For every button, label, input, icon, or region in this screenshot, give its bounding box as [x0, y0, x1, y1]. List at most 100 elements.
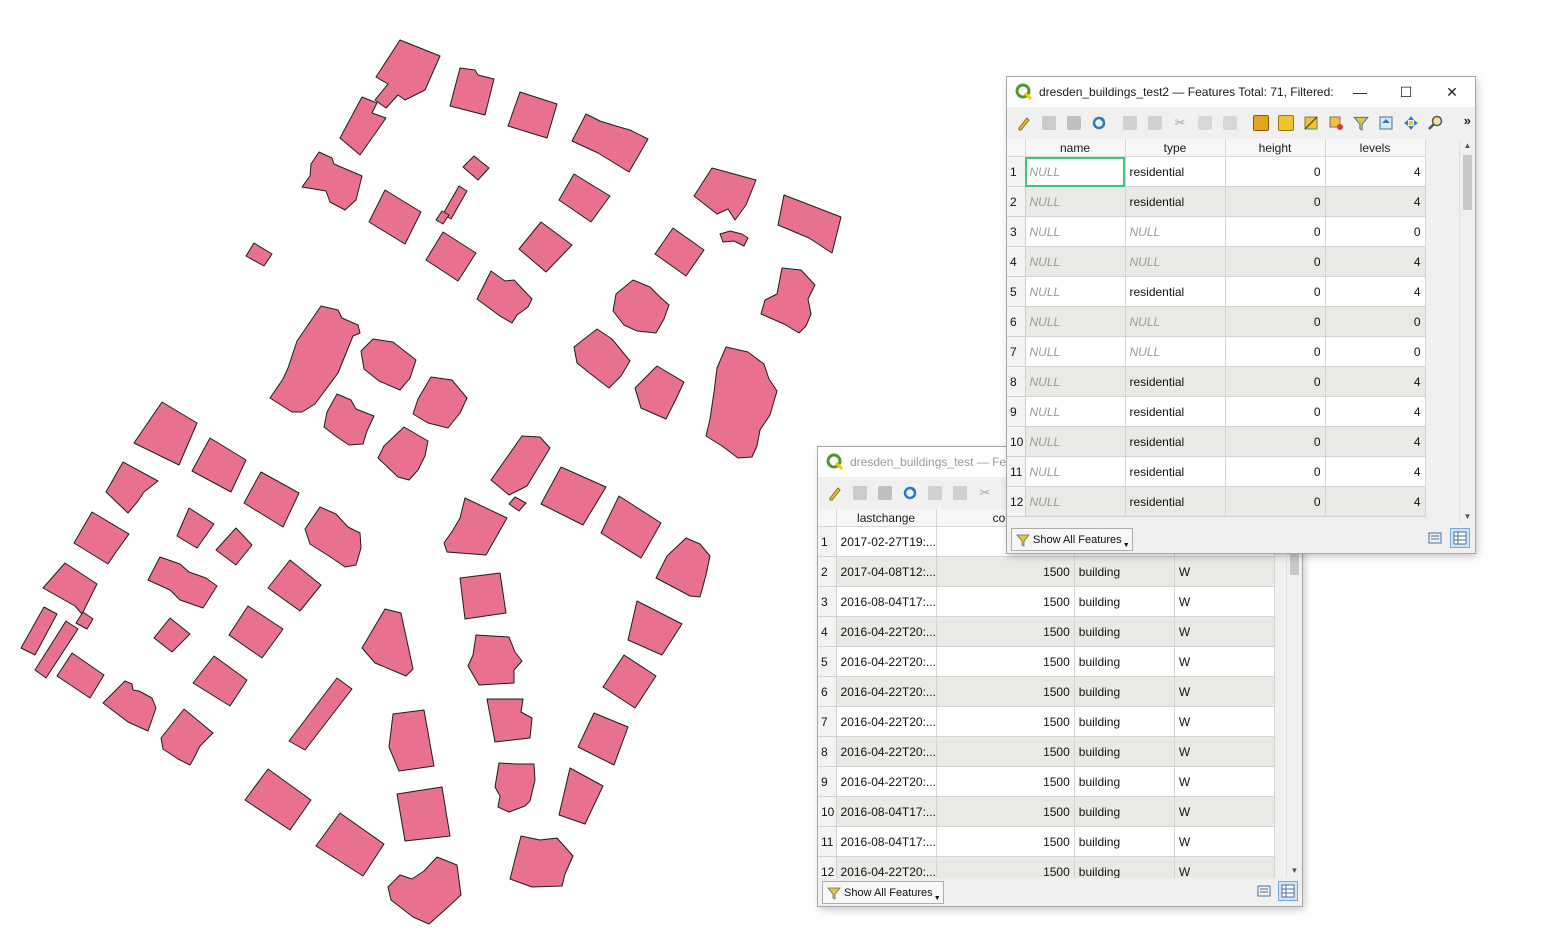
cell-name[interactable]: NULL — [1025, 336, 1126, 367]
column-header[interactable]: name — [1025, 139, 1126, 157]
cell-text[interactable]: W — [1174, 676, 1276, 707]
cell-name[interactable]: NULL — [1025, 216, 1126, 247]
cell-numeric[interactable]: 1500 — [936, 586, 1075, 617]
row-number[interactable]: 8 — [818, 736, 837, 767]
cell-name[interactable]: NULL — [1025, 456, 1126, 487]
cell-height[interactable]: 0 — [1225, 426, 1326, 457]
multi-edit-icon[interactable] — [1038, 112, 1060, 134]
vertical-scrollbar[interactable]: ▲ ▼ — [1459, 139, 1475, 524]
cell-text[interactable]: building — [1074, 766, 1175, 797]
table-row[interactable]: 9 NULL residential 0 4 — [1007, 396, 1426, 427]
cell-type[interactable]: residential — [1125, 276, 1226, 307]
table-row[interactable]: 7 2016-04-22T20:... 1500 building W — [818, 706, 1276, 737]
cell-height[interactable]: 0 — [1225, 186, 1326, 217]
cell-levels[interactable]: 4 — [1325, 426, 1426, 457]
row-number[interactable]: 3 — [818, 586, 837, 617]
cell-levels[interactable]: 4 — [1325, 366, 1426, 397]
cell-lastchange[interactable]: 2016-08-04T17:... — [836, 826, 937, 857]
cell-type[interactable]: residential — [1125, 366, 1226, 397]
cell-height[interactable]: 0 — [1225, 216, 1326, 247]
form-view-button[interactable] — [1425, 528, 1445, 548]
cell-text[interactable]: W — [1174, 646, 1276, 677]
cell-text[interactable]: W — [1174, 796, 1276, 827]
cell-numeric[interactable]: 1500 — [936, 646, 1075, 677]
cell-lastchange[interactable]: 2016-04-22T20:... — [836, 616, 937, 647]
cell-type[interactable]: residential — [1125, 426, 1226, 457]
reload-icon[interactable] — [1088, 112, 1110, 134]
cut-icon[interactable]: ✂ — [974, 482, 996, 504]
cell-levels[interactable]: 4 — [1325, 156, 1426, 187]
table-row[interactable]: 4 2016-04-22T20:... 1500 building W — [818, 616, 1276, 647]
paste-icon[interactable] — [1219, 112, 1241, 134]
toggle-editing-icon[interactable] — [1013, 112, 1035, 134]
row-number[interactable]: 4 — [1007, 246, 1026, 277]
table-row[interactable]: 9 2016-04-22T20:... 1500 building W — [818, 766, 1276, 797]
scroll-down-arrow[interactable]: ▼ — [1287, 864, 1302, 878]
cell-lastchange[interactable]: 2016-08-04T17:... — [836, 586, 937, 617]
cell-text[interactable]: W — [1174, 736, 1276, 767]
row-number[interactable]: 10 — [1007, 426, 1026, 457]
row-number[interactable]: 9 — [818, 766, 837, 797]
table-view-button[interactable] — [1450, 528, 1470, 548]
cell-name[interactable]: NULL — [1025, 366, 1126, 397]
save-edits-icon[interactable] — [1063, 112, 1085, 134]
cell-height[interactable]: 0 — [1225, 276, 1326, 307]
row-number[interactable]: 6 — [818, 676, 837, 707]
cell-lastchange[interactable]: 2017-02-27T19:... — [836, 526, 937, 557]
multi-edit-icon[interactable] — [849, 482, 871, 504]
minimize-button[interactable]: — — [1337, 77, 1383, 107]
cell-levels[interactable]: 4 — [1325, 276, 1426, 307]
cell-levels[interactable]: 4 — [1325, 396, 1426, 427]
table-row[interactable]: 6 2016-04-22T20:... 1500 building W — [818, 676, 1276, 707]
field-calculator-icon[interactable] — [1250, 112, 1272, 134]
cell-name[interactable]: NULL — [1025, 426, 1126, 457]
cell-lastchange[interactable]: 2016-04-22T20:... — [836, 766, 937, 797]
row-number[interactable]: 1 — [1007, 156, 1026, 187]
row-number[interactable]: 2 — [1007, 186, 1026, 217]
row-number[interactable]: 8 — [1007, 366, 1026, 397]
cell-height[interactable]: 0 — [1225, 306, 1326, 337]
column-header[interactable]: lastchange — [836, 509, 937, 527]
table-view-button[interactable] — [1278, 881, 1298, 901]
cell-text[interactable]: building — [1074, 796, 1175, 827]
pan-to-selection-icon[interactable] — [1400, 112, 1422, 134]
table-row[interactable]: 4 NULL NULL 0 4 — [1007, 246, 1426, 277]
cell-text[interactable]: building — [1074, 586, 1175, 617]
cell-lastchange[interactable]: 2017-04-08T12:... — [836, 556, 937, 587]
cell-lastchange[interactable]: 2016-04-22T20:... — [836, 736, 937, 767]
zoom-to-selection-icon[interactable] — [1425, 112, 1447, 134]
row-number[interactable]: 11 — [818, 826, 837, 857]
cell-text[interactable]: W — [1174, 706, 1276, 737]
cell-text[interactable]: building — [1074, 616, 1175, 647]
more-tools-chevron-icon[interactable]: » — [1464, 113, 1471, 128]
maximize-button[interactable]: ☐ — [1383, 77, 1429, 107]
table-row[interactable]: 7 NULL NULL 0 0 — [1007, 336, 1426, 367]
cell-height[interactable]: 0 — [1225, 366, 1326, 397]
add-feature-icon[interactable] — [924, 482, 946, 504]
cell-name[interactable]: NULL — [1025, 486, 1126, 517]
row-number[interactable]: 12 — [1007, 486, 1026, 517]
cell-type[interactable]: residential — [1125, 186, 1226, 217]
column-header[interactable]: levels — [1325, 139, 1426, 157]
table-row[interactable]: 2 2017-04-08T12:... 1500 building W — [818, 556, 1276, 587]
attribute-table[interactable]: lastchange co 1 2017-02-27T19:... 2 2017-04… — [818, 509, 1276, 887]
cell-levels[interactable]: 0 — [1325, 306, 1426, 337]
cell-height[interactable]: 0 — [1225, 396, 1326, 427]
table-row[interactable]: 11 2016-08-04T17:... 1500 building W — [818, 826, 1276, 857]
row-number[interactable]: 2 — [818, 556, 837, 587]
table-row[interactable]: 10 2016-08-04T17:... 1500 building W — [818, 796, 1276, 827]
cell-levels[interactable]: 4 — [1325, 486, 1426, 517]
cell-text[interactable]: building — [1074, 826, 1175, 857]
row-number[interactable]: 4 — [818, 616, 837, 647]
table-row[interactable]: 3 NULL NULL 0 0 — [1007, 216, 1426, 247]
cell-levels[interactable]: 0 — [1325, 336, 1426, 367]
cell-name[interactable]: NULL — [1025, 306, 1126, 337]
table-row[interactable]: 5 2016-04-22T20:... 1500 building W — [818, 646, 1276, 677]
cell-text[interactable]: W — [1174, 556, 1276, 587]
cell-type[interactable]: residential — [1125, 396, 1226, 427]
cell-height[interactable]: 0 — [1225, 486, 1326, 517]
cell-type[interactable]: residential — [1125, 486, 1226, 517]
select-all-icon[interactable] — [1275, 112, 1297, 134]
table-row[interactable]: 2 NULL residential 0 4 — [1007, 186, 1426, 217]
table-row[interactable]: 11 NULL residential 0 4 — [1007, 456, 1426, 487]
